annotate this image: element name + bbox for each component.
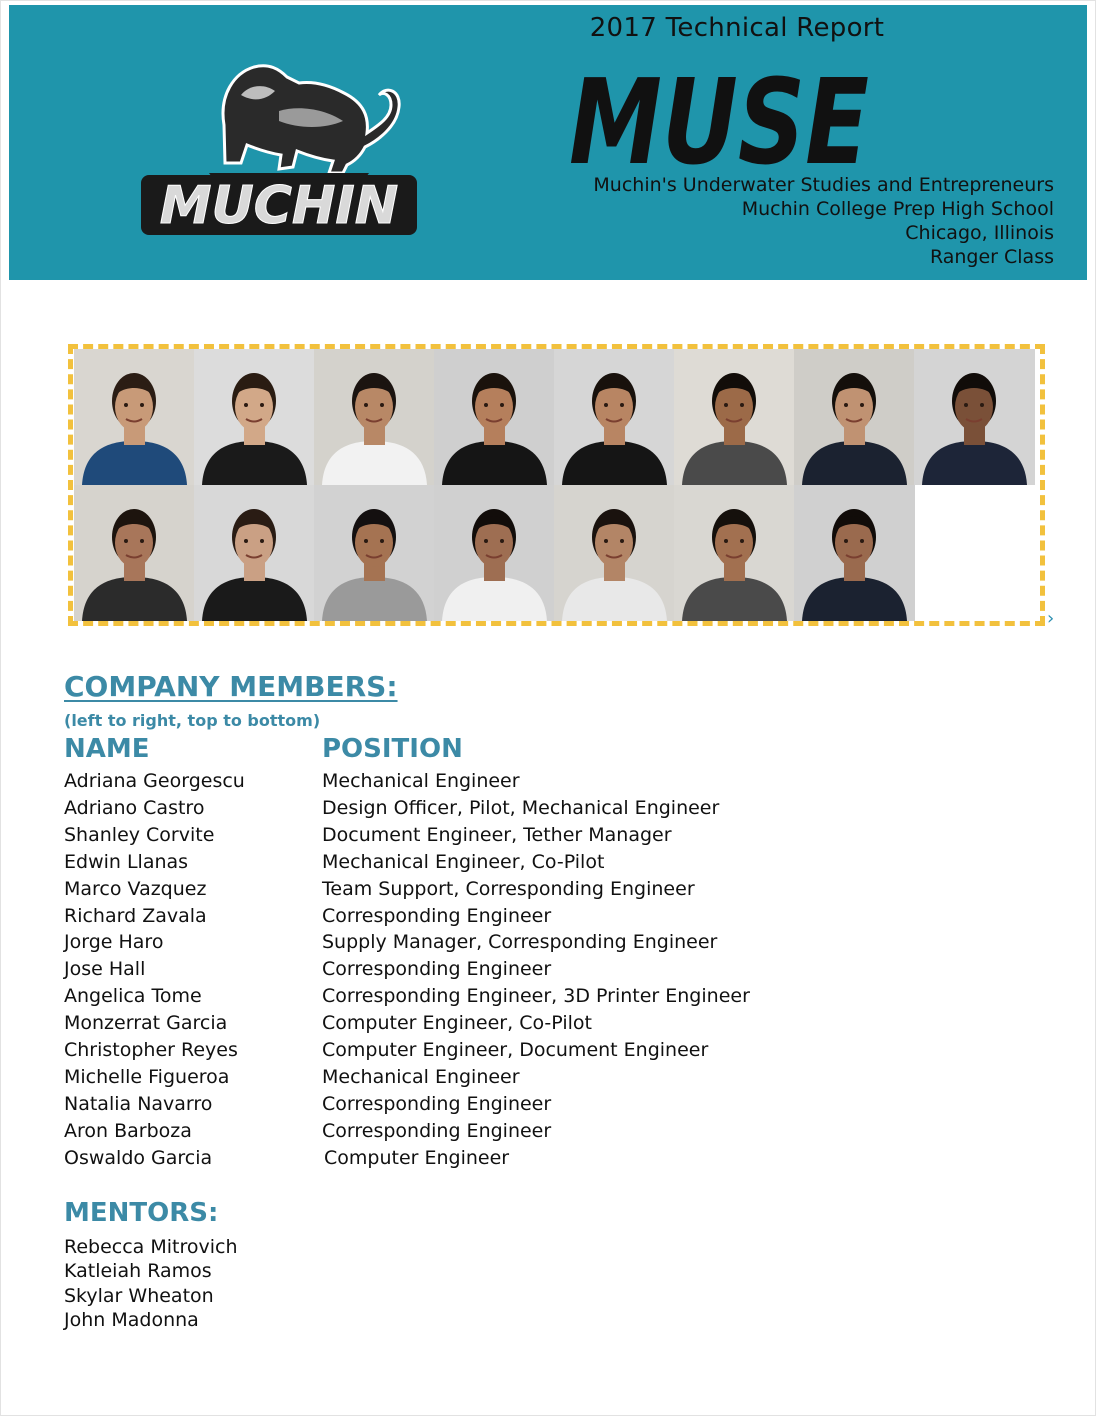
member-name: Edwin Llanas bbox=[64, 850, 189, 873]
mentors-title: MENTORS: bbox=[64, 1198, 219, 1228]
member-position: Mechanical Engineer bbox=[322, 770, 520, 792]
position-column-header: POSITION bbox=[322, 734, 463, 764]
member-name: Oswaldo Garcia bbox=[64, 1146, 213, 1169]
mentor-name: John Madonna bbox=[64, 1308, 199, 1331]
mentor-name: Skylar Wheaton bbox=[64, 1284, 214, 1307]
member-photo bbox=[674, 485, 795, 621]
muchin-panther-logo: MUCHIN bbox=[141, 64, 417, 237]
member-position: Corresponding Engineer, 3D Printer Engin… bbox=[322, 985, 750, 1008]
member-name: Monzerrat Garcia bbox=[64, 1012, 228, 1035]
member-name: Marco Vazquez bbox=[64, 877, 207, 900]
member-name: Jorge Haro bbox=[64, 931, 164, 954]
member-row: Adriano Castro Design Officer, Pilot, Mec… bbox=[0, 797, 1096, 824]
member-row: Marco Vazquez Team Support, Corresponding… bbox=[0, 878, 1096, 905]
member-position: Supply Manager, Corresponding Engineer bbox=[322, 931, 718, 954]
member-position: Team Support, Corresponding Engineer bbox=[322, 877, 695, 900]
member-row: Natalia Navarro Corresponding Engineer bbox=[0, 1093, 1096, 1120]
member-name: Jose Hall bbox=[64, 958, 146, 981]
member-position: Design Officer, Pilot, Mechanical Engine… bbox=[322, 796, 720, 819]
member-row: Aron Barboza Corresponding Engineer bbox=[0, 1120, 1096, 1147]
company-full-name: Muchin's Underwater Studies and Entrepre… bbox=[593, 174, 1054, 196]
svg-text:MUSE: MUSE bbox=[569, 53, 869, 179]
member-position: Corresponding Engineer bbox=[322, 958, 552, 981]
member-photo bbox=[554, 485, 675, 621]
member-position: Corresponding Engineer bbox=[322, 1119, 552, 1142]
school-name: Muchin College Prep High School bbox=[741, 198, 1054, 220]
mentor-name: Rebecca Mitrovich bbox=[64, 1236, 238, 1258]
member-name: Natalia Navarro bbox=[64, 1092, 213, 1115]
member-photo bbox=[674, 349, 795, 485]
member-photo bbox=[74, 485, 195, 621]
member-name: Angelica Tome bbox=[64, 985, 202, 1008]
member-position: Corresponding Engineer bbox=[322, 904, 552, 927]
member-photo bbox=[554, 349, 675, 485]
member-photo bbox=[314, 485, 435, 621]
muse-wordmark: MUSE bbox=[569, 53, 869, 179]
competition-class: Ranger Class bbox=[929, 246, 1054, 268]
team-photo-grid bbox=[74, 349, 1041, 621]
member-name: Aron Barboza bbox=[64, 1119, 192, 1142]
member-photo bbox=[914, 349, 1035, 485]
chevron-right-icon: › bbox=[1047, 608, 1055, 629]
member-row: Monzerrat Garcia Computer Engineer, Co-Pi… bbox=[0, 1012, 1096, 1039]
member-row: Adriana Georgescu Mechanical Engineer bbox=[0, 770, 1096, 797]
members-order-note: (left to right, top to bottom) bbox=[64, 711, 321, 730]
member-name: Michelle Figueroa bbox=[64, 1065, 230, 1088]
member-position: Computer Engineer bbox=[324, 1146, 510, 1169]
member-photo bbox=[194, 349, 315, 485]
member-position: Mechanical Engineer bbox=[322, 1065, 520, 1088]
member-photo bbox=[74, 349, 195, 485]
member-name: Shanley Corvite bbox=[64, 823, 215, 846]
logo-wordmark: MUCHIN bbox=[160, 176, 399, 236]
members-title: COMPANY MEMBERS: bbox=[64, 670, 398, 703]
member-row: Jose Hall Corresponding Engineer bbox=[0, 958, 1096, 985]
member-name: Christopher Reyes bbox=[64, 1039, 238, 1061]
member-photo bbox=[434, 485, 555, 621]
member-position: Computer Engineer, Document Engineer bbox=[322, 1039, 709, 1061]
member-photo bbox=[434, 349, 555, 485]
name-column-header: NAME bbox=[64, 734, 150, 764]
member-photo bbox=[194, 485, 315, 621]
member-position: Corresponding Engineer bbox=[322, 1092, 552, 1115]
member-photo bbox=[794, 485, 915, 621]
school-location: Chicago, Illinois bbox=[905, 222, 1054, 244]
member-position: Computer Engineer, Co-Pilot bbox=[322, 1012, 592, 1035]
member-row: Michelle Figueroa Mechanical Engineer bbox=[0, 1066, 1096, 1093]
member-name: Adriano Castro bbox=[64, 796, 205, 819]
member-row: Jorge Haro Supply Manager, Corresponding … bbox=[0, 931, 1096, 958]
header-banner: MUCHIN 2017 Technical Report MUSE Muchin… bbox=[9, 5, 1087, 280]
member-position: Document Engineer, Tether Manager bbox=[322, 823, 672, 846]
mentor-name: Katleiah Ramos bbox=[64, 1260, 212, 1283]
member-row: Christopher Reyes Computer Engineer, Docu… bbox=[0, 1039, 1096, 1066]
member-photo bbox=[314, 349, 435, 485]
member-position: Mechanical Engineer, Co-Pilot bbox=[322, 850, 605, 873]
member-row: Angelica Tome Corresponding Engineer, 3D … bbox=[0, 985, 1096, 1012]
member-row: Oswaldo Garcia Computer Engineer bbox=[0, 1147, 1096, 1174]
member-row: Shanley Corvite Document Engineer, Tether… bbox=[0, 824, 1096, 851]
member-row: Edwin Llanas Mechanical Engineer, Co-Pilo… bbox=[0, 851, 1096, 878]
member-name: Adriana Georgescu bbox=[64, 770, 245, 792]
member-name: Richard Zavala bbox=[64, 904, 207, 927]
member-row: Richard Zavala Corresponding Engineer bbox=[0, 905, 1096, 932]
member-photo bbox=[794, 349, 915, 485]
